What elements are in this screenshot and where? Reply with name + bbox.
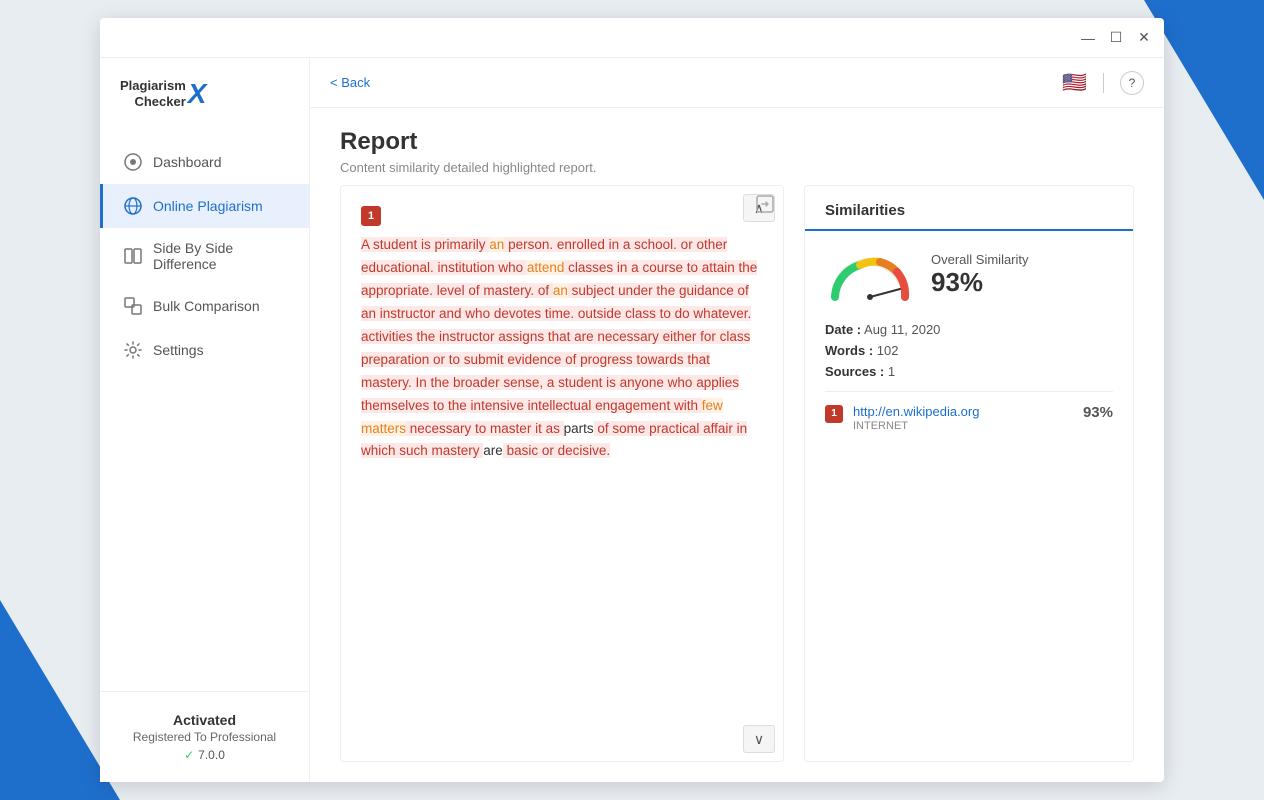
registered-text: Registered To Professional — [120, 730, 289, 744]
highlighted-text-8: few — [702, 398, 723, 413]
source-url[interactable]: http://en.wikipedia.org — [853, 404, 1073, 419]
text-content: A student is primarily an person. enroll… — [361, 234, 763, 463]
online-plagiarism-label: Online Plagiarism — [153, 198, 263, 214]
overall-info: Overall Similarity 93% — [931, 252, 1113, 298]
highlighted-text-6: an — [553, 283, 568, 298]
logo: Plagiarism Checker X — [120, 78, 206, 110]
highlighted-text-2: an — [489, 237, 504, 252]
scroll-down-button[interactable]: ∨ — [743, 725, 775, 753]
help-button[interactable]: ? — [1120, 71, 1144, 95]
overall-pct: 93% — [931, 267, 1113, 298]
sources-row: Sources : 1 — [825, 364, 1113, 379]
highlighted-text-1: A student is primarily — [361, 237, 489, 252]
version-text: ✓ 7.0.0 — [120, 748, 289, 762]
logo-text-line2: Checker — [134, 94, 185, 110]
flag-icon[interactable]: 🇺🇸 — [1062, 70, 1087, 95]
date-value-text: Aug 11, 2020 — [864, 322, 940, 337]
source-type: INTERNET — [853, 420, 1073, 432]
sidebar-item-bulk-comparison[interactable]: Bulk Comparison — [100, 284, 309, 328]
settings-icon — [123, 340, 143, 360]
page-header: Report Content similarity detailed highl… — [310, 108, 1164, 185]
source-num-badge: 1 — [825, 405, 843, 423]
dashboard-label: Dashboard — [153, 154, 222, 170]
sidebar-item-online-plagiarism[interactable]: Online Plagiarism — [100, 184, 309, 228]
titlebar: — ☐ ✕ — [100, 18, 1164, 58]
similarities-panel: Similarities — [804, 185, 1134, 762]
export-button[interactable] — [754, 193, 776, 221]
words-label: Words : — [825, 343, 873, 358]
logo-x: X — [188, 78, 207, 110]
source-pct: 93% — [1083, 404, 1113, 421]
words-value-text: 102 — [877, 343, 899, 358]
page-title: Report — [340, 128, 1134, 156]
logo-area: Plagiarism Checker X — [100, 58, 309, 140]
divider — [1103, 73, 1104, 93]
back-button[interactable]: < Back — [330, 75, 370, 90]
words-row: Words : 102 — [825, 343, 1113, 358]
bulk-comparison-icon — [123, 296, 143, 316]
bulk-comparison-label: Bulk Comparison — [153, 298, 260, 314]
similarities-header: Similarities — [805, 186, 1133, 231]
similarities-body: Overall Similarity 93% Date : Aug 11, 20… — [805, 231, 1133, 761]
similarities-title: Similarities — [825, 202, 1113, 229]
close-button[interactable]: ✕ — [1136, 30, 1152, 46]
highlighted-text-10: necessary to master it as — [406, 421, 564, 436]
topbar-icons: 🇺🇸 ? — [1062, 70, 1144, 95]
sidebar: Plagiarism Checker X Dashboard — [100, 58, 310, 782]
sidebar-item-dashboard[interactable]: Dashboard — [100, 140, 309, 184]
normal-text-2: are — [483, 443, 503, 458]
sources-label: Sources : — [825, 364, 884, 379]
gauge-row: Overall Similarity 93% — [825, 247, 1113, 302]
report-body: ∧ 1 A student is primarily an person. en… — [310, 185, 1164, 782]
page-subtitle: Content similarity detailed highlighted … — [340, 160, 1134, 175]
side-by-side-icon — [123, 246, 143, 266]
main-panel: < Back 🇺🇸 ? Report Content similarity de… — [310, 58, 1164, 782]
text-panel: ∧ 1 A student is primarily an person. en… — [340, 185, 784, 762]
highlighted-text-7: subject under the guidance of an instruc… — [361, 283, 751, 413]
highlighted-text-9: matters — [361, 421, 406, 436]
date-row: Date : Aug 11, 2020 — [825, 322, 1113, 337]
online-plagiarism-icon — [123, 196, 143, 216]
topbar: < Back 🇺🇸 ? — [310, 58, 1164, 108]
scroll-down-icon: ∨ — [754, 731, 764, 748]
side-by-side-label: Side By Side Difference — [153, 240, 289, 272]
logo-text-line1: Plagiarism — [120, 78, 186, 94]
text-scroll-area: 1 A student is primarily an person. enro… — [341, 186, 783, 761]
main-window: — ☐ ✕ Plagiarism Checker X — [100, 18, 1164, 782]
highlighted-text-12: basic or decisive. — [503, 443, 610, 458]
separator — [825, 391, 1113, 392]
settings-label: Settings — [153, 342, 204, 358]
normal-text-1: parts — [564, 421, 594, 436]
date-label: Date : — [825, 322, 861, 337]
highlighted-text-4: attend — [527, 260, 565, 275]
dashboard-icon — [123, 152, 143, 172]
source-badge: 1 — [361, 206, 381, 226]
sources-value-text: 1 — [888, 364, 895, 379]
maximize-button[interactable]: ☐ — [1108, 30, 1124, 46]
source-item: 1 http://en.wikipedia.org INTERNET 93% — [825, 404, 1113, 432]
activated-text: Activated — [120, 712, 289, 728]
minimize-button[interactable]: — — [1080, 30, 1096, 46]
overall-label: Overall Similarity — [931, 252, 1113, 267]
gauge-container — [825, 247, 915, 302]
checkmark-icon: ✓ — [184, 748, 194, 762]
content-area: Plagiarism Checker X Dashboard — [100, 58, 1164, 782]
sidebar-item-side-by-side[interactable]: Side By Side Difference — [100, 228, 309, 284]
sidebar-bottom: Activated Registered To Professional ✓ 7… — [100, 691, 309, 782]
sidebar-item-settings[interactable]: Settings — [100, 328, 309, 372]
source-info: http://en.wikipedia.org INTERNET — [853, 404, 1073, 432]
